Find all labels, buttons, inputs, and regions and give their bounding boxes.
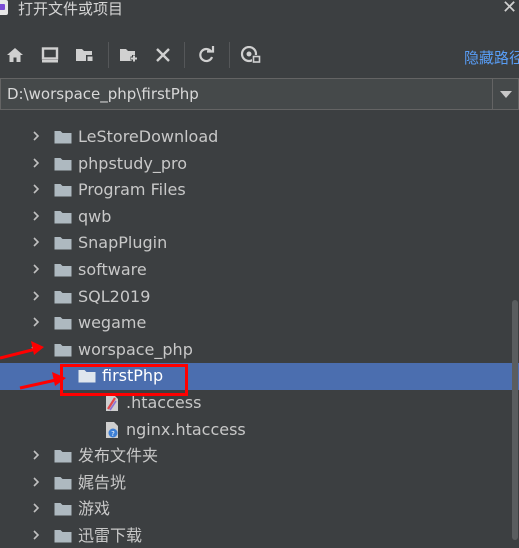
tree-item-label: 发布文件夹 xyxy=(78,446,159,466)
folder-icon xyxy=(54,529,72,543)
tree-row-partial[interactable] xyxy=(0,111,519,125)
svg-text:?: ? xyxy=(111,430,115,438)
dialog-title: 打开文件或项目 xyxy=(18,0,124,18)
folder-icon xyxy=(54,130,72,144)
delete-icon[interactable] xyxy=(152,44,174,66)
folder-icon xyxy=(54,157,72,171)
tree-item-label: 娓告垙 xyxy=(78,472,127,492)
tree-row-file[interactable]: ? nginx.htaccess xyxy=(0,417,519,444)
tree-item-label: LeStoreDownload xyxy=(78,127,219,146)
chevron-right-icon[interactable] xyxy=(31,158,41,168)
toolbar-separator xyxy=(108,42,109,68)
toolbar-separator xyxy=(229,42,230,68)
tree-item-label: .htaccess xyxy=(126,393,202,412)
show-hidden-icon[interactable] xyxy=(240,44,262,66)
tree-row-folder[interactable]: 迅雷下载 xyxy=(0,523,519,548)
chevron-right-icon[interactable] xyxy=(31,450,41,460)
title-bar: 打开文件或项目 ✕ xyxy=(0,0,519,28)
tree-item-label: 游戏 xyxy=(78,499,111,519)
folder-icon xyxy=(54,502,72,516)
chevron-right-icon[interactable] xyxy=(31,317,41,327)
htaccess-file-icon xyxy=(104,394,120,412)
annotation-highlight-box xyxy=(60,364,188,396)
tree-row-folder[interactable]: worspace_php xyxy=(0,337,519,364)
tree-item-label: Program Files xyxy=(78,180,186,200)
refresh-icon[interactable] xyxy=(195,44,217,66)
folder-icon xyxy=(54,263,72,277)
tree-row-folder[interactable]: qwb xyxy=(0,204,519,231)
file-tree: LeStoreDownload phpstudy_pro Program Files… xyxy=(0,111,519,548)
tree-item-label: SnapPlugin xyxy=(78,233,168,253)
tree-item-label: nginx.htaccess xyxy=(126,419,246,439)
chevron-right-icon[interactable] xyxy=(31,264,41,274)
unknown-file-icon: ? xyxy=(104,421,120,439)
chevron-down-icon[interactable] xyxy=(492,79,518,109)
tree-item-label: qwb xyxy=(78,206,112,226)
folder-icon xyxy=(54,183,72,197)
toolbar: 隐藏路径 xyxy=(0,38,519,74)
tree-item-label: software xyxy=(78,260,147,279)
hide-path-link[interactable]: 隐藏路径 xyxy=(464,47,519,68)
folder-icon xyxy=(54,343,72,357)
folder-icon xyxy=(54,290,72,304)
toolbar-separator xyxy=(184,42,185,68)
tree-row-folder[interactable]: 游戏 xyxy=(0,496,519,523)
chevron-right-icon[interactable] xyxy=(31,530,41,540)
annotation-arrow-icon xyxy=(19,372,66,390)
new-folder-icon[interactable] xyxy=(118,44,140,66)
tree-row-folder[interactable]: phpstudy_pro xyxy=(0,151,519,178)
tree-row-folder[interactable]: 发布文件夹 xyxy=(0,443,519,470)
path-combobox[interactable]: D:\worspace_php\firstPhp xyxy=(0,78,519,110)
tree-item-label: 迅雷下载 xyxy=(78,526,143,545)
folder-icon xyxy=(54,236,72,250)
folder-icon xyxy=(54,449,72,463)
project-folder-icon[interactable] xyxy=(74,44,96,66)
chevron-right-icon[interactable] xyxy=(31,211,41,221)
chevron-right-icon[interactable] xyxy=(31,184,41,194)
chevron-right-icon[interactable] xyxy=(31,503,41,513)
chevron-right-icon[interactable] xyxy=(31,477,41,487)
chevron-right-icon[interactable] xyxy=(31,291,41,301)
tree-row-folder[interactable]: Program Files xyxy=(0,177,519,204)
annotation-arrow-icon xyxy=(0,341,44,360)
folder-icon xyxy=(54,476,72,490)
chevron-right-icon[interactable] xyxy=(31,237,41,247)
tree-row-folder[interactable]: LeStoreDownload xyxy=(0,124,519,151)
chevron-right-icon[interactable] xyxy=(31,131,41,141)
app-logo-icon xyxy=(0,0,8,15)
tree-row-folder[interactable]: SnapPlugin xyxy=(0,230,519,257)
tree-row-folder[interactable]: 娓告垙 xyxy=(0,470,519,497)
tree-row-folder[interactable]: SQL2019 xyxy=(0,284,519,311)
scrollbar[interactable] xyxy=(512,300,518,540)
tree-item-label: SQL2019 xyxy=(78,286,151,306)
tree-item-label: worspace_php xyxy=(78,339,193,359)
tree-row-folder[interactable]: software xyxy=(0,257,519,284)
desktop-icon[interactable] xyxy=(39,44,61,66)
folder-icon xyxy=(54,316,72,330)
tree-item-label: phpstudy_pro xyxy=(78,153,187,173)
tree-row-folder[interactable]: wegame xyxy=(0,310,519,337)
folder-icon xyxy=(54,210,72,224)
close-icon[interactable]: ✕ xyxy=(502,0,517,18)
home-icon[interactable] xyxy=(4,44,26,66)
path-input[interactable]: D:\worspace_php\firstPhp xyxy=(7,85,199,103)
tree-item-label: wegame xyxy=(78,313,147,333)
